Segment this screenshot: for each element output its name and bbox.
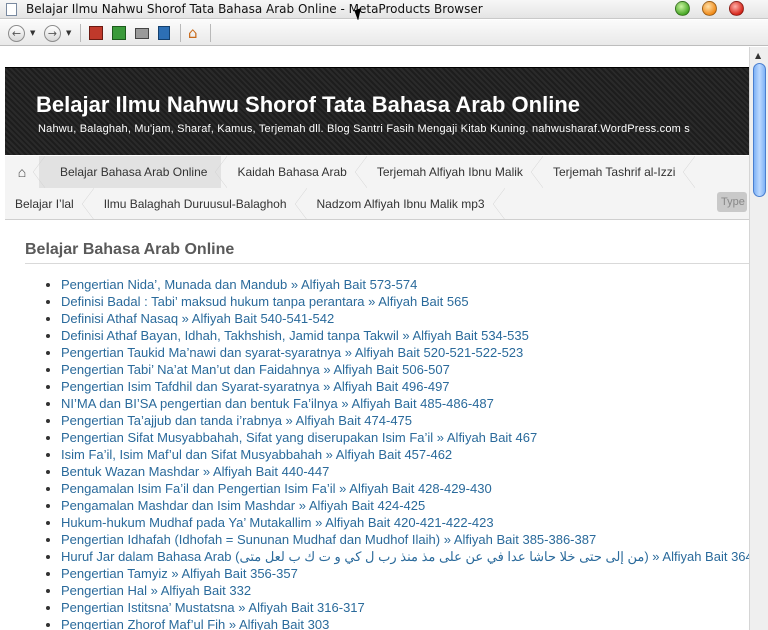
nav-item-belajar-ilal[interactable]: Belajar I’lal bbox=[5, 188, 94, 220]
nav-divider bbox=[530, 156, 543, 188]
site-tagline: Nahwu, Balaghah, Mu'jam, Sharaf, Kamus, … bbox=[38, 123, 690, 135]
site-header: Belajar Ilmu Nahwu Shorof Tata Bahasa Ar… bbox=[5, 67, 749, 155]
tools-button[interactable] bbox=[158, 24, 170, 42]
post-link[interactable]: Pengertian Isim Tafdhil dan Syarat-syara… bbox=[45, 378, 768, 395]
scroll-up-icon[interactable]: ▲ bbox=[755, 51, 761, 60]
page-viewport: Belajar Ilmu Nahwu Shorof Tata Bahasa Ar… bbox=[0, 47, 768, 630]
post-link[interactable]: Pengertian Istitsna’ Mustatsna » Alfiyah… bbox=[45, 599, 768, 616]
post-link[interactable]: Pengertian Tabi’ Na’at Man’ut dan Faidah… bbox=[45, 361, 768, 378]
post-link[interactable]: Huruf Jar dalam Bahasa Arab (من إلى حتى … bbox=[45, 548, 768, 565]
page-title: Belajar Bahasa Arab Online bbox=[25, 241, 749, 264]
forward-button[interactable]: → bbox=[44, 24, 61, 42]
home-icon: ⌂ bbox=[188, 24, 198, 42]
tools-icon bbox=[158, 26, 170, 40]
nav-label: Terjemah Tashrif al-Izzi bbox=[552, 165, 676, 179]
post-link[interactable]: Definisi Athaf Nasaq » Alfiyah Bait 540-… bbox=[45, 310, 768, 327]
printer-icon bbox=[135, 27, 149, 39]
nav-item-ilmu-balaghah[interactable]: Ilmu Balaghah Duruusul-Balaghoh bbox=[88, 188, 307, 220]
close-button[interactable] bbox=[729, 1, 744, 16]
nav-label: Kaidah Bahasa Arab bbox=[237, 165, 347, 179]
nav-divider bbox=[492, 188, 505, 220]
post-link[interactable]: Pengertian Tamyiz » Alfiyah Bait 356-357 bbox=[45, 565, 768, 582]
nav-divider bbox=[81, 188, 94, 220]
nav-item-terjemah-alfiyah[interactable]: Terjemah Alfiyah Ibnu Malik bbox=[361, 156, 543, 188]
toolbar-separator bbox=[210, 24, 211, 42]
nav-item-nadzom-alfiyah-mp3[interactable]: Nadzom Alfiyah Ibnu Malik mp3 bbox=[301, 188, 505, 220]
nav-label: Ilmu Balaghah Duruusul-Balaghoh bbox=[103, 197, 287, 211]
post-link[interactable]: NI’MA dan BI’SA pengertian dan bentuk Fa… bbox=[45, 395, 768, 412]
browser-toolbar: ← ▼ → ▼ ⌂ bbox=[0, 20, 768, 46]
main-navigation: ⌂ Belajar Bahasa Arab Online Kaidah Baha… bbox=[5, 156, 749, 220]
post-link[interactable]: Pengertian Ta’ajjub dan tanda i’rabnya »… bbox=[45, 412, 768, 429]
forward-history-dropdown[interactable]: ▼ bbox=[66, 24, 71, 42]
nav-divider bbox=[354, 156, 367, 188]
post-link[interactable]: Pengertian Zhorof Maf’ul Fih » Alfiyah B… bbox=[45, 616, 768, 630]
site-title[interactable]: Belajar Ilmu Nahwu Shorof Tata Bahasa Ar… bbox=[36, 92, 580, 118]
back-button[interactable]: ← bbox=[8, 24, 25, 42]
print-button[interactable] bbox=[135, 24, 149, 42]
nav-item-terjemah-tashrif[interactable]: Terjemah Tashrif al-Izzi bbox=[537, 156, 696, 188]
refresh-icon bbox=[112, 26, 126, 40]
nav-label: Belajar Bahasa Arab Online bbox=[60, 165, 208, 179]
nav-label: Nadzom Alfiyah Ibnu Malik mp3 bbox=[316, 197, 485, 211]
nav-home[interactable]: ⌂ bbox=[5, 156, 45, 188]
main-content: Belajar Bahasa Arab Online Pengertian Ni… bbox=[5, 221, 768, 630]
post-link[interactable]: Pengertian Sifat Musyabbahah, Sifat yang… bbox=[45, 429, 768, 446]
post-link[interactable]: Pengertian Idhafah (Idhofah = Sununan Mu… bbox=[45, 531, 768, 548]
forward-arrow-icon: → bbox=[44, 24, 61, 42]
post-link[interactable]: Pengertian Nida’, Munada dan Mandub » Al… bbox=[45, 276, 768, 293]
toolbar-separator bbox=[80, 24, 81, 42]
post-link[interactable]: Definisi Athaf Bayan, Idhah, Takhshish, … bbox=[45, 327, 768, 344]
nav-item-belajar-bahasa-arab-online[interactable]: Belajar Bahasa Arab Online bbox=[39, 156, 228, 188]
nav-divider bbox=[215, 156, 228, 188]
post-link[interactable]: Isim Fa’il, Isim Maf’ul dan Sifat Musyab… bbox=[45, 446, 768, 463]
nav-divider bbox=[33, 156, 45, 188]
post-list: Pengertian Nida’, Munada dan Mandub » Al… bbox=[45, 276, 768, 630]
post-link[interactable]: Pengamalan Mashdar dan Isim Mashdar » Al… bbox=[45, 497, 768, 514]
search-input[interactable]: Type bbox=[717, 192, 747, 212]
post-link[interactable]: Pengamalan Isim Fa’il dan Pengertian Isi… bbox=[45, 480, 768, 497]
post-link[interactable]: Definisi Badal : Tabi’ maksud hukum tanp… bbox=[45, 293, 768, 310]
back-arrow-icon: ← bbox=[8, 24, 25, 42]
scrollbar-thumb[interactable] bbox=[753, 63, 766, 197]
toolbar-separator bbox=[180, 24, 181, 42]
nav-label: Belajar I’lal bbox=[15, 197, 74, 211]
home-button[interactable]: ⌂ bbox=[188, 24, 198, 42]
window-title-bar: Belajar Ilmu Nahwu Shorof Tata Bahasa Ar… bbox=[0, 0, 768, 19]
nav-divider bbox=[683, 156, 696, 188]
back-history-dropdown[interactable]: ▼ bbox=[30, 24, 35, 42]
vertical-scrollbar[interactable]: ▲ bbox=[749, 47, 768, 630]
home-icon: ⌂ bbox=[17, 164, 27, 180]
document-icon bbox=[6, 3, 17, 16]
nav-label: Terjemah Alfiyah Ibnu Malik bbox=[376, 165, 523, 179]
window-title: Belajar Ilmu Nahwu Shorof Tata Bahasa Ar… bbox=[26, 2, 483, 16]
nav-divider bbox=[294, 188, 307, 220]
nav-item-kaidah-bahasa-arab[interactable]: Kaidah Bahasa Arab bbox=[221, 156, 367, 188]
maximize-button[interactable] bbox=[702, 1, 717, 16]
post-link[interactable]: Pengertian Hal » Alfiyah Bait 332 bbox=[45, 582, 768, 599]
stop-icon bbox=[89, 26, 103, 40]
refresh-button[interactable] bbox=[112, 24, 126, 42]
stop-button[interactable] bbox=[89, 24, 103, 42]
post-link[interactable]: Hukum-hukum Mudhaf pada Ya’ Mutakallim »… bbox=[45, 514, 768, 531]
post-link[interactable]: Bentuk Wazan Mashdar » Alfiyah Bait 440-… bbox=[45, 463, 768, 480]
minimize-button[interactable] bbox=[675, 1, 690, 16]
post-link[interactable]: Pengertian Taukid Ma’nawi dan syarat-sya… bbox=[45, 344, 768, 361]
